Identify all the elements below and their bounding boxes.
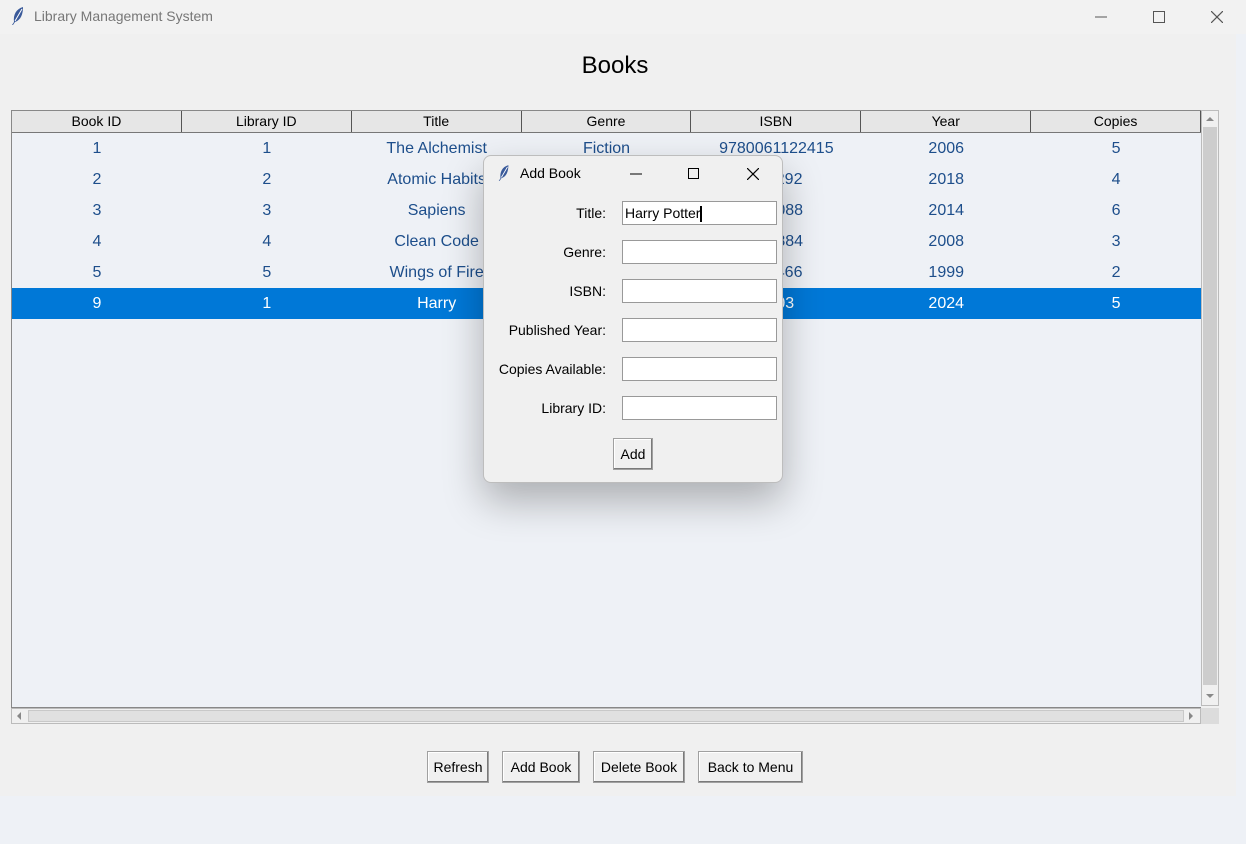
published-year-label: Published Year: — [508, 322, 606, 338]
scroll-down-icon[interactable] — [1205, 691, 1215, 701]
vertical-scrollbar[interactable] — [1201, 110, 1219, 706]
dialog-minimize-button[interactable] — [614, 156, 658, 192]
cell-library-id: 4 — [262, 233, 272, 250]
close-icon — [1211, 11, 1223, 23]
scrollbar-corner — [1201, 708, 1219, 724]
column-header-copies[interactable]: Copies — [1031, 111, 1202, 132]
cell-copies: 2 — [1111, 264, 1121, 281]
cell-library-id: 3 — [262, 202, 272, 219]
cell-book-id: 4 — [92, 233, 102, 250]
text-caret — [700, 206, 703, 223]
dialog-maximize-button[interactable] — [672, 156, 716, 192]
dialog-close-button[interactable] — [731, 156, 775, 192]
isbn-input[interactable] — [622, 279, 777, 303]
cell-copies: 5 — [1111, 295, 1121, 312]
cell-library-id: 1 — [262, 295, 272, 312]
minimize-icon — [630, 173, 642, 175]
library-id-input[interactable] — [622, 396, 777, 420]
column-header-genre[interactable]: Genre — [522, 111, 692, 132]
minimize-button[interactable] — [1078, 0, 1124, 34]
scroll-right-icon[interactable] — [1186, 711, 1196, 721]
maximize-icon — [1153, 11, 1165, 23]
column-header-library-id[interactable]: Library ID — [182, 111, 352, 132]
feather-icon — [497, 164, 511, 186]
column-header-year[interactable]: Year — [861, 111, 1032, 132]
genre-input[interactable] — [622, 240, 777, 264]
isbn-label: ISBN: — [569, 283, 606, 299]
cell-year: 2018 — [928, 171, 965, 188]
cell-library-id: 2 — [262, 171, 272, 188]
title-input[interactable]: Harry Potter — [622, 201, 777, 225]
add-book-dialog: Add Book Title: Harry Potter Genre: ISBN… — [483, 155, 783, 483]
window-title: Library Management System — [34, 8, 213, 24]
delete-book-button[interactable]: Delete Book — [593, 751, 685, 783]
maximize-icon — [688, 168, 699, 179]
dialog-title: Add Book — [520, 165, 581, 181]
cell-library-id: 1 — [262, 140, 272, 157]
cell-book-id: 1 — [92, 140, 102, 157]
cell-copies: 5 — [1111, 140, 1121, 157]
add-button[interactable]: Add — [613, 438, 653, 470]
cell-year: 2008 — [928, 233, 965, 250]
window-titlebar: Library Management System — [0, 0, 1246, 34]
copies-available-input[interactable] — [622, 357, 777, 381]
cell-library-id: 5 — [262, 264, 272, 281]
cell-book-id: 9 — [92, 295, 102, 312]
feather-icon — [10, 6, 26, 30]
refresh-button[interactable]: Refresh — [427, 751, 489, 783]
cell-copies: 6 — [1111, 202, 1121, 219]
cell-year: 2024 — [928, 295, 965, 312]
cell-year: 1999 — [928, 264, 965, 281]
genre-label: Genre: — [563, 244, 606, 260]
cell-year: 2014 — [928, 202, 965, 219]
copies-available-label: Copies Available: — [498, 361, 606, 377]
cell-year: 2006 — [928, 140, 965, 157]
scroll-up-icon[interactable] — [1205, 114, 1215, 124]
cell-copies: 3 — [1111, 233, 1121, 250]
minimize-icon — [1095, 16, 1107, 18]
library-id-label: Library ID: — [541, 400, 606, 416]
cell-book-id: 3 — [92, 202, 102, 219]
horizontal-scroll-thumb[interactable] — [28, 710, 1184, 722]
published-year-input[interactable] — [622, 318, 777, 342]
close-icon — [747, 168, 759, 180]
scroll-left-icon[interactable] — [14, 711, 24, 721]
maximize-button[interactable] — [1136, 0, 1182, 34]
cell-book-id: 5 — [92, 264, 102, 281]
vertical-scroll-thumb[interactable] — [1203, 127, 1217, 685]
horizontal-scrollbar[interactable] — [11, 708, 1201, 724]
close-button[interactable] — [1194, 0, 1240, 34]
column-header-isbn[interactable]: ISBN — [691, 111, 862, 132]
page-title: Books — [581, 52, 649, 79]
table-header: Book ID Library ID Title Genre ISBN Year… — [12, 111, 1202, 133]
back-to-menu-button[interactable]: Back to Menu — [698, 751, 803, 783]
title-input-value: Harry Potter — [625, 205, 701, 221]
cell-copies: 4 — [1111, 171, 1121, 188]
column-header-book-id[interactable]: Book ID — [12, 111, 182, 132]
add-book-button[interactable]: Add Book — [502, 751, 580, 783]
column-header-title[interactable]: Title — [352, 111, 522, 132]
cell-book-id: 2 — [92, 171, 102, 188]
title-label: Title: — [576, 205, 606, 221]
